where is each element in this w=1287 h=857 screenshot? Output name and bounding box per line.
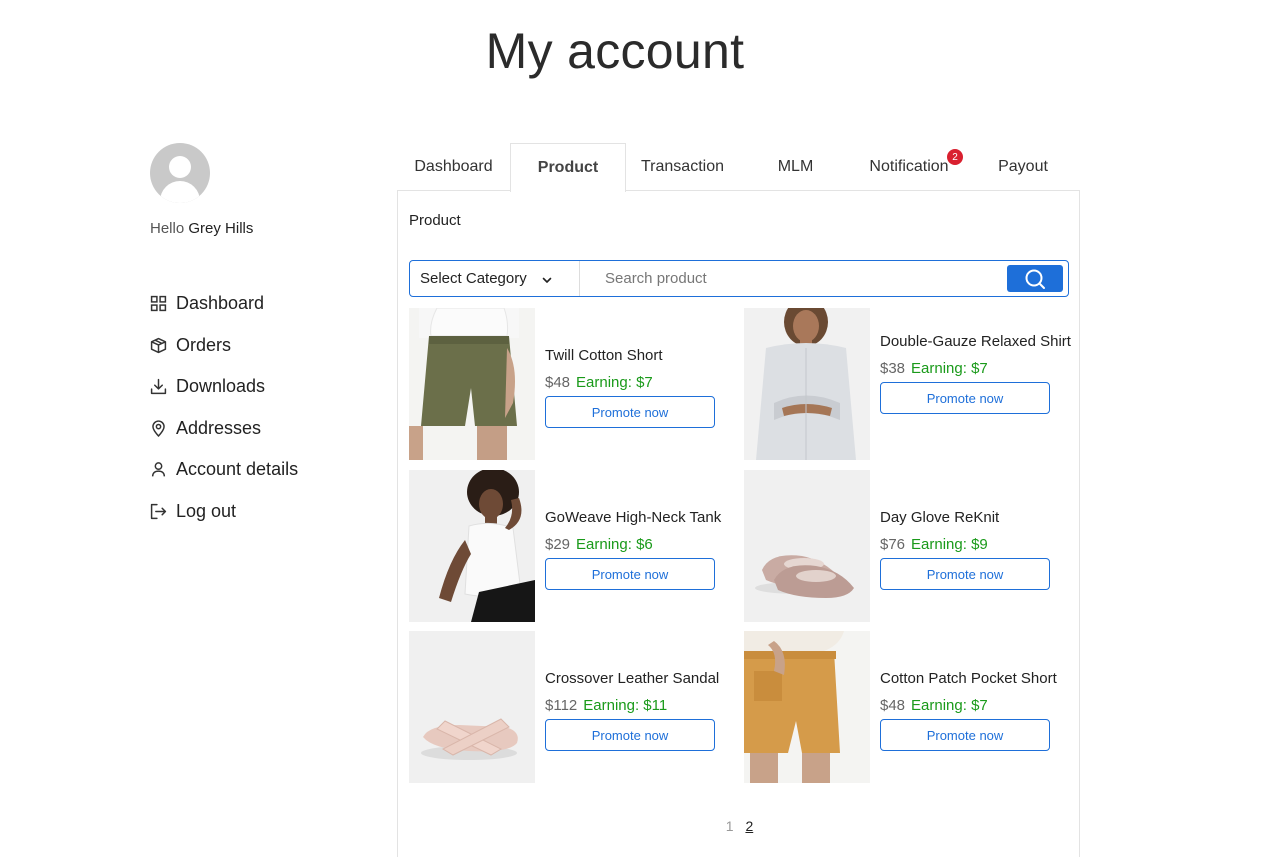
product-earning: Earning: $6	[576, 536, 653, 553]
product-card: Cotton Patch Pocket Short $48 Earning: $7…	[744, 631, 1074, 783]
tab-label: Product	[537, 159, 599, 176]
dashboard-grid-icon	[150, 295, 167, 312]
product-price: $38	[880, 360, 906, 377]
user-name: Grey Hills	[188, 220, 254, 237]
nav-item-addresses[interactable]: Addresses	[150, 408, 370, 450]
greeting: Hello Grey Hills	[150, 220, 370, 237]
tab-product[interactable]: Product	[510, 143, 626, 192]
greeting-prefix: Hello	[150, 220, 185, 237]
nav-label: Log out	[176, 500, 237, 521]
search-icon	[1024, 268, 1046, 290]
product-image[interactable]	[744, 308, 870, 460]
download-icon	[150, 378, 167, 395]
product-earning: Earning: $9	[911, 536, 988, 553]
tab-transaction[interactable]: Transaction	[626, 143, 739, 191]
promote-now-button[interactable]: Promote now	[880, 719, 1050, 751]
product-price: $76	[880, 536, 906, 553]
search-button[interactable]	[1007, 265, 1063, 292]
nav-label: Dashboard	[176, 293, 265, 314]
product-image[interactable]	[744, 631, 870, 783]
account-nav: Dashboard Orders Downloads Addresses Acc…	[150, 283, 370, 532]
tab-label: Payout	[998, 158, 1048, 175]
nav-item-log-out[interactable]: Log out	[150, 491, 370, 533]
tab-label: Transaction	[641, 158, 724, 175]
tab-label: Dashboard	[414, 158, 493, 175]
nav-label: Account details	[176, 459, 299, 480]
product-panel: Product Select Category Search product T…	[397, 190, 1080, 857]
product-earning: Earning: $7	[576, 374, 653, 391]
page-title: My account	[485, 23, 745, 79]
category-select[interactable]: Select Category	[410, 261, 580, 296]
product-name[interactable]: Cotton Patch Pocket Short	[880, 665, 1074, 692]
product-price: $112	[545, 697, 578, 714]
product-prices: $76 Earning: $9	[880, 531, 1074, 558]
tab-label: MLM	[777, 158, 814, 175]
map-pin-icon	[150, 420, 167, 437]
product-price: $48	[880, 697, 906, 714]
page-current: 1	[725, 818, 734, 834]
product-card: Day Glove ReKnit $76 Earning: $9 Promote …	[744, 470, 1074, 622]
product-image[interactable]	[409, 470, 535, 622]
product-card: Double-Gauze Relaxed Shirt $38 Earning: $…	[744, 308, 1074, 460]
user-icon	[150, 461, 167, 478]
product-name[interactable]: Double-Gauze Relaxed Shirt	[880, 328, 1074, 355]
nav-label: Addresses	[176, 417, 262, 438]
product-prices: $38 Earning: $7	[880, 355, 1074, 382]
chevron-down-icon	[541, 273, 553, 285]
panel-title: Product	[409, 212, 461, 229]
product-card: Twill Cotton Short $48 Earning: $7 Promot…	[409, 308, 739, 460]
product-image[interactable]	[409, 631, 535, 783]
product-card: Crossover Leather Sandal $112 Earning: $1…	[409, 631, 739, 783]
product-name[interactable]: Crossover Leather Sandal	[545, 665, 739, 692]
product-name[interactable]: GoWeave High-Neck Tank	[545, 504, 739, 531]
nav-item-downloads[interactable]: Downloads	[150, 366, 370, 408]
page-link-2[interactable]: 2	[745, 818, 753, 834]
account-tabs: Dashboard Product Transaction MLM Notifi…	[397, 143, 1080, 192]
product-price: $29	[545, 536, 571, 553]
promote-now-button[interactable]: Promote now	[545, 558, 715, 590]
nav-item-orders[interactable]: Orders	[150, 325, 370, 367]
product-image[interactable]	[744, 470, 870, 622]
promote-now-button[interactable]: Promote now	[545, 396, 715, 428]
notification-badge: 2	[947, 149, 963, 165]
product-name[interactable]: Day Glove ReKnit	[880, 504, 1074, 531]
category-select-label: Select Category	[420, 270, 527, 287]
product-earning: Earning: $7	[911, 697, 988, 714]
avatar	[150, 143, 210, 203]
tab-payout[interactable]: Payout	[966, 143, 1080, 191]
search-input[interactable]	[580, 261, 1007, 296]
tab-notification[interactable]: Notification 2	[852, 143, 966, 191]
product-earning: Earning: $7	[911, 360, 988, 377]
pagination: 1 2	[398, 818, 1081, 834]
tab-dashboard[interactable]: Dashboard	[397, 143, 510, 191]
tab-label: Notification	[869, 158, 949, 175]
nav-item-account-details[interactable]: Account details	[150, 449, 370, 491]
product-search-bar: Select Category	[409, 260, 1069, 297]
product-name[interactable]: Twill Cotton Short	[545, 342, 739, 369]
promote-now-button[interactable]: Promote now	[545, 719, 715, 751]
promote-now-button[interactable]: Promote now	[880, 558, 1050, 590]
tab-mlm[interactable]: MLM	[739, 143, 852, 191]
product-prices: $29 Earning: $6	[545, 531, 739, 558]
package-icon	[150, 337, 167, 354]
nav-item-dashboard[interactable]: Dashboard	[150, 283, 370, 325]
product-prices: $48 Earning: $7	[880, 692, 1074, 719]
product-prices: $48 Earning: $7	[545, 369, 739, 396]
account-sidebar: Hello Grey Hills Dashboard Orders Downlo…	[150, 143, 370, 532]
product-card: GoWeave High-Neck Tank $29 Earning: $6 Pr…	[409, 470, 739, 622]
nav-label: Downloads	[176, 376, 266, 397]
product-earning: Earning: $11	[583, 697, 668, 714]
logout-icon	[150, 503, 167, 520]
product-price: $48	[545, 374, 571, 391]
product-prices: $112 Earning: $11	[545, 692, 739, 719]
promote-now-button[interactable]: Promote now	[880, 382, 1050, 414]
nav-label: Orders	[176, 334, 232, 355]
product-image[interactable]	[409, 308, 535, 460]
